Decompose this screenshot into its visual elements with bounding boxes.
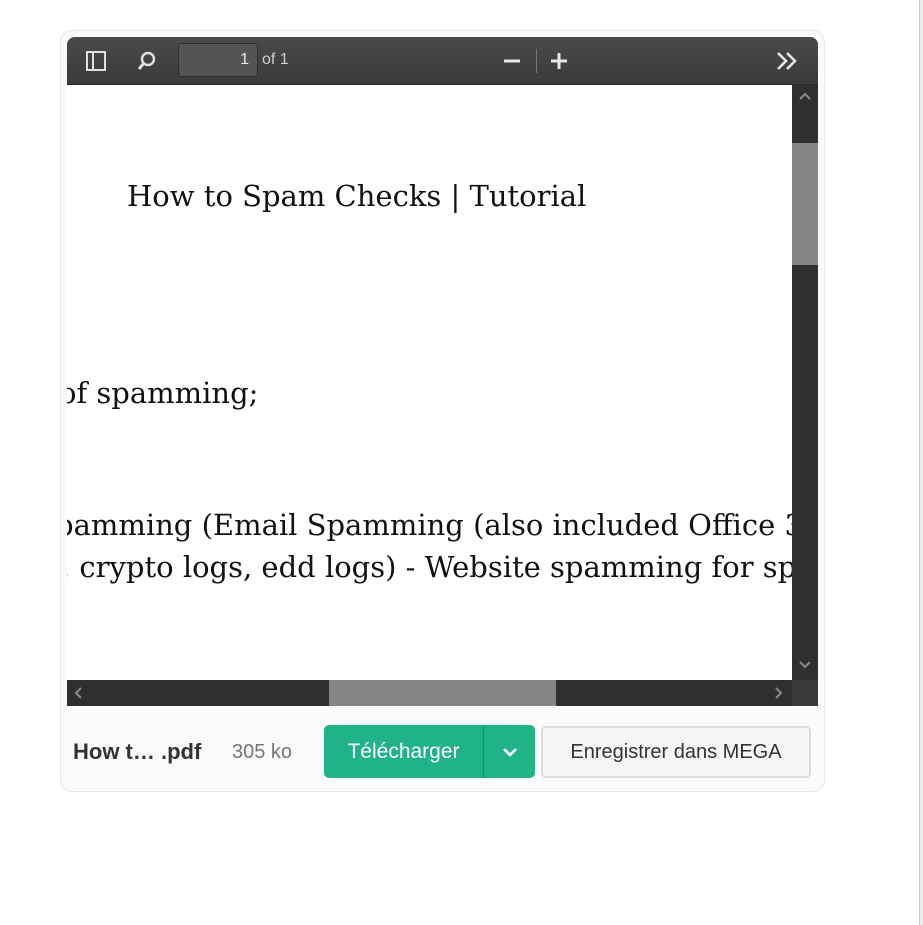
chevron-down-icon	[502, 747, 517, 757]
download-options-button[interactable]	[484, 746, 535, 758]
more-tools-button[interactable]	[772, 47, 802, 75]
zoom-in-button[interactable]	[544, 47, 574, 75]
minus-icon	[504, 59, 520, 63]
page-count-label: of 1	[262, 51, 289, 68]
zoom-separator	[536, 49, 537, 73]
pdf-viewer: of 1 How to Spam Checks | Tutorial of sp…	[67, 37, 818, 706]
plus-icon	[551, 53, 567, 69]
window-edge	[919, 0, 923, 925]
pdf-toolbar: of 1	[67, 37, 818, 85]
page-number-input[interactable]	[178, 43, 258, 77]
vertical-scroll-thumb[interactable]	[792, 143, 818, 265]
file-size: 305 ko	[232, 741, 293, 763]
download-button-group: Télécharger	[324, 725, 535, 778]
vertical-scrollbar[interactable]	[792, 85, 818, 680]
scroll-right-icon[interactable]	[774, 687, 784, 701]
sidebar-icon	[86, 51, 106, 71]
horizontal-scrollbar[interactable]	[67, 680, 792, 706]
document-line: , crypto logs, edd logs) - Website spamm…	[67, 550, 792, 584]
download-button[interactable]: Télécharger	[324, 740, 483, 764]
document-line: of spamming;	[67, 376, 259, 410]
save-to-mega-button[interactable]: Enregistrer dans MEGA	[541, 726, 811, 778]
double-chevron-right-icon	[777, 52, 797, 70]
scrollbar-corner	[792, 680, 818, 706]
document-title: How to Spam Checks | Tutorial	[127, 179, 587, 213]
horizontal-scroll-thumb[interactable]	[329, 680, 556, 706]
pdf-page: How to Spam Checks | Tutorial of spammin…	[67, 85, 792, 680]
search-button[interactable]	[132, 47, 162, 75]
scroll-down-icon[interactable]	[799, 658, 811, 672]
document-line: pamming (Email Spamming (also included O…	[67, 508, 792, 542]
zoom-out-button[interactable]	[497, 47, 527, 75]
scroll-left-icon[interactable]	[73, 687, 83, 701]
file-name: How t… .pdf	[73, 739, 202, 764]
sidebar-toggle-button[interactable]	[81, 47, 111, 75]
search-icon	[137, 51, 156, 70]
scroll-up-icon[interactable]	[799, 89, 811, 103]
